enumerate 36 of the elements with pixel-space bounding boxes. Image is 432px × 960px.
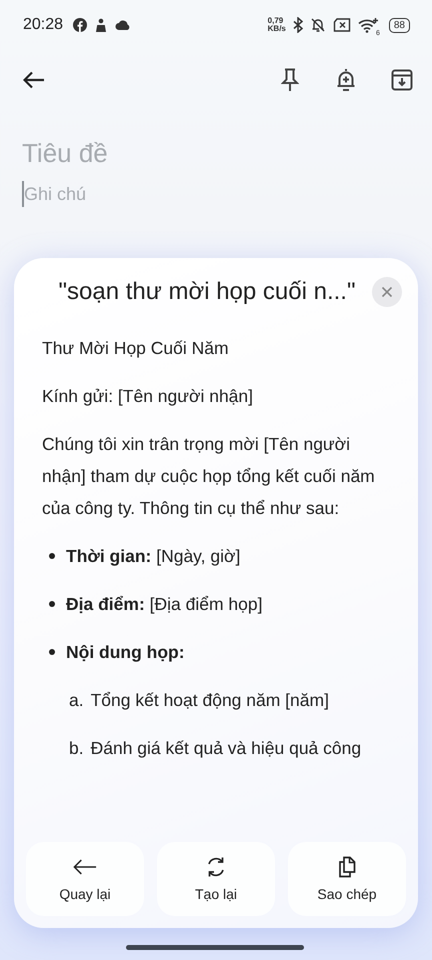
paragraph: Thư Mời Họp Cuối Năm xyxy=(42,337,230,360)
list-marker: b. xyxy=(69,737,84,760)
person-icon xyxy=(94,18,108,32)
bell-plus-icon xyxy=(336,68,356,92)
bullet-dot xyxy=(49,553,55,559)
wifi-icon xyxy=(358,18,378,32)
paragraph: Kính gửi: [Tên người nhận] xyxy=(42,385,254,408)
close-button[interactable] xyxy=(372,277,402,307)
bell-off-icon xyxy=(310,17,326,33)
paragraph: Chúng tôi xin trân trọng mời [Tên người nhận] tham dự cuộc họp tổng kết cuối năm của công ty. Thông tin cụ thể như sau: xyxy=(42,433,376,520)
bluetooth-icon xyxy=(292,17,303,33)
list-item: Nội dung họp: xyxy=(66,641,185,664)
action-button[interactable]: Tạo lại xyxy=(157,842,275,916)
list-item: Tổng kết hoạt động năm [năm] xyxy=(90,689,329,712)
prompt-title: "soạn thư mời họp cuối n..." xyxy=(58,278,356,306)
sim-x-icon xyxy=(332,18,351,32)
list-item: Địa điểm: [Địa điểm họp] xyxy=(66,593,262,616)
cloud-icon xyxy=(115,19,132,31)
back-arrow-icon xyxy=(23,71,45,89)
clock: 20:28 xyxy=(23,16,64,34)
archive-icon xyxy=(391,69,413,91)
title-field[interactable]: Tiêu đề xyxy=(22,135,322,171)
battery-level: 88 xyxy=(394,20,405,30)
network-speed-value: 0,79 xyxy=(268,17,284,25)
pin-icon xyxy=(281,68,299,92)
action-button[interactable]: Sao chép xyxy=(288,842,406,916)
list-item: Thời gian: [Ngày, giờ] xyxy=(66,545,240,568)
list-item: Đánh giá kết quả và hiệu quả công xyxy=(90,737,362,760)
list-marker: a. xyxy=(69,689,84,712)
facebook-icon xyxy=(73,18,88,32)
network-speed-unit: KB/s xyxy=(268,25,286,33)
action-button[interactable]: Quay lại xyxy=(26,842,144,916)
note-field[interactable]: Ghi chú xyxy=(22,181,324,207)
bullet-dot xyxy=(49,601,55,607)
bullet-dot xyxy=(49,649,55,655)
close-icon xyxy=(381,286,393,298)
